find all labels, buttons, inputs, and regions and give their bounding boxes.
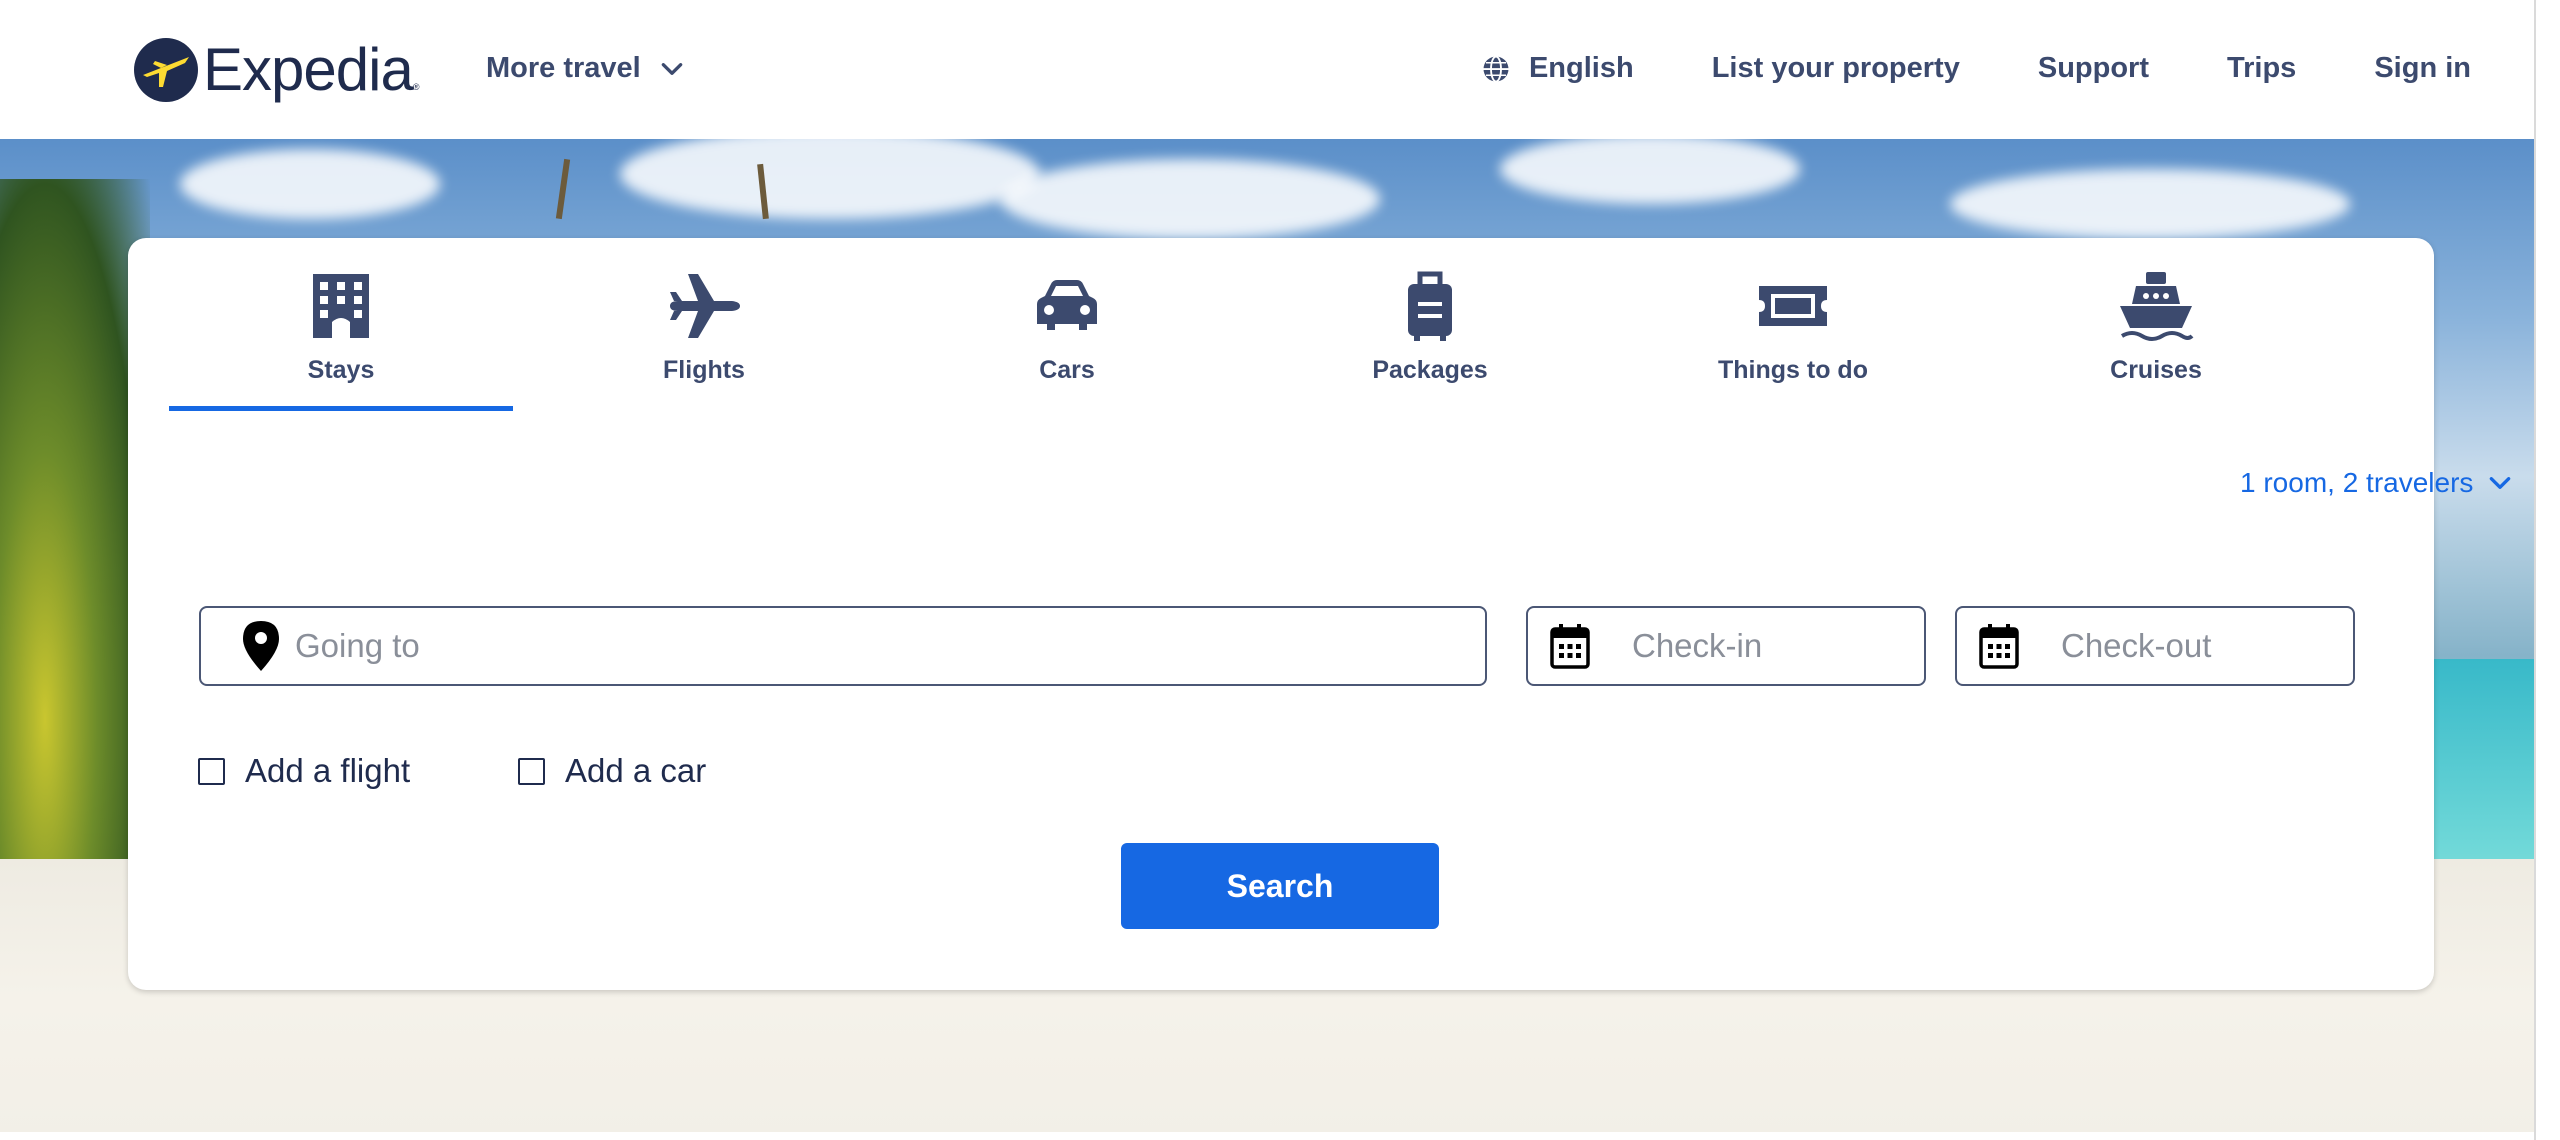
ship-icon — [2120, 272, 2194, 341]
page-scrollbar[interactable] — [2534, 0, 2560, 1140]
destination-field[interactable] — [199, 606, 1487, 686]
chevron-down-icon — [2490, 477, 2511, 489]
tab-stays[interactable]: Stays — [169, 266, 513, 411]
lob-tab-bar: Stays Flights Cars Packages Things to do… — [169, 266, 2469, 411]
check-in-input[interactable] — [1632, 627, 1924, 665]
add-car-checkbox[interactable] — [518, 757, 545, 785]
tab-packages[interactable]: Packages — [1258, 266, 1602, 411]
add-car-label: Add a car — [565, 752, 707, 789]
palm-trunk — [555, 158, 571, 220]
active-tab-indicator — [169, 406, 513, 411]
rooms-travelers-label: 1 room, 2 travelers — [2240, 467, 2474, 498]
tab-cruises[interactable]: Cruises — [1984, 266, 2328, 411]
ticket-icon — [1759, 286, 1827, 326]
logo-trademark: ® — [412, 82, 420, 92]
cloud-shape — [620, 139, 1040, 219]
sign-in-link[interactable]: Sign in — [2374, 52, 2471, 85]
calendar-icon — [1979, 624, 2019, 669]
tab-things-to-do[interactable]: Things to do — [1621, 266, 1965, 411]
cloud-shape — [1500, 139, 1800, 204]
language-selector[interactable]: English — [1481, 52, 1634, 85]
globe-icon — [1483, 55, 1509, 82]
add-flight-label: Add a flight — [245, 752, 411, 789]
tab-flights-label: Flights — [663, 356, 745, 384]
tab-cars-label: Cars — [1039, 356, 1095, 384]
add-flight-option[interactable]: Add a flight — [198, 752, 410, 790]
suitcase-icon — [1408, 271, 1452, 341]
tab-packages-label: Packages — [1372, 356, 1488, 384]
tab-things-to-do-label: Things to do — [1718, 356, 1868, 384]
car-icon — [1037, 280, 1097, 330]
calendar-icon — [1550, 624, 1590, 669]
language-label: English — [1528, 52, 1634, 84]
check-out-field[interactable] — [1955, 606, 2355, 686]
tab-cruises-label: Cruises — [2110, 356, 2202, 384]
header-right-nav: English List your property Support Trips… — [1403, 52, 2471, 85]
tab-cars[interactable]: Cars — [895, 266, 1239, 411]
rooms-travelers-selector[interactable]: 1 room, 2 travelers — [2240, 467, 2513, 499]
logo-wordmark: Expedia — [203, 36, 414, 103]
expedia-logo[interactable]: Expedia ® — [133, 30, 419, 110]
tab-stays-label: Stays — [307, 356, 375, 384]
going-to-input[interactable] — [295, 627, 1485, 665]
search-button[interactable]: Search — [1121, 843, 1439, 929]
cloud-shape — [180, 149, 440, 219]
cloud-shape — [1000, 159, 1380, 239]
search-widget-card: Stays Flights Cars Packages Things to do… — [128, 238, 2511, 990]
more-travel-menu[interactable]: More travel — [486, 52, 685, 85]
list-your-property-link[interactable]: List your property — [1712, 52, 1960, 85]
top-navigation-bar: Expedia ® More travel English List your … — [0, 0, 2534, 139]
support-link[interactable]: Support — [2038, 52, 2149, 85]
cloud-shape — [1950, 169, 2350, 239]
trips-link[interactable]: Trips — [2227, 52, 2296, 85]
plane-icon — [670, 274, 740, 338]
check-in-field[interactable] — [1526, 606, 1926, 686]
more-travel-label: More travel — [486, 52, 641, 84]
add-flight-checkbox[interactable] — [198, 757, 225, 785]
tab-flights[interactable]: Flights — [532, 266, 876, 411]
add-car-option[interactable]: Add a car — [518, 752, 706, 790]
check-out-input[interactable] — [2061, 627, 2353, 665]
map-pin-icon — [243, 621, 279, 671]
chevron-down-icon — [661, 62, 683, 75]
expedia-logo-icon — [134, 38, 198, 102]
hotel-icon — [313, 274, 369, 338]
